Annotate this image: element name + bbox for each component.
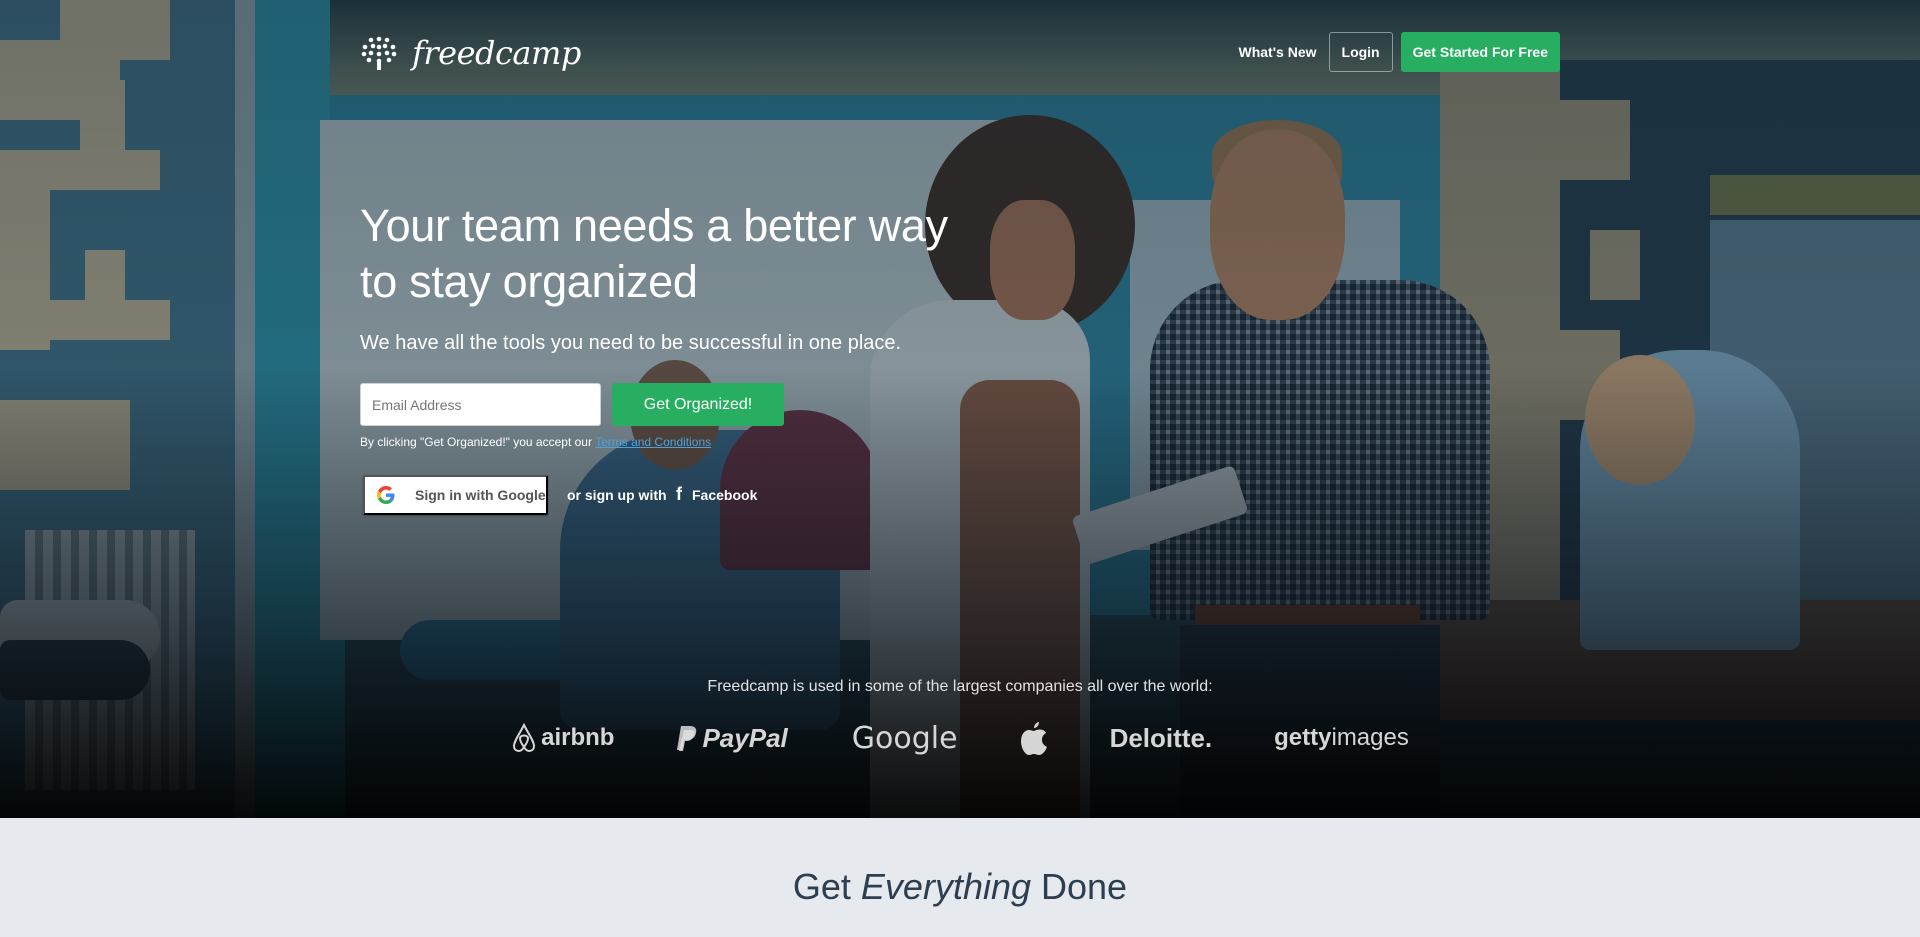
terms-link[interactable]: Terms and Conditions (595, 435, 711, 449)
apple-icon (1020, 722, 1047, 755)
deloitte-logo: Deloitte. (1109, 722, 1213, 753)
features-title: Get Everything Done (792, 866, 1128, 907)
paypal-icon (677, 726, 697, 751)
google-logo: Google (851, 720, 958, 756)
tree-people-icon (361, 36, 397, 70)
gettyimages-logo: getty images (1274, 724, 1409, 751)
login-button[interactable]: Login (1328, 32, 1393, 72)
top-nav: What's New Login Get Started For Free (1235, 32, 1560, 72)
whats-new-link[interactable]: What's New (1235, 44, 1321, 60)
brand-name: freedcamp (412, 34, 581, 72)
google-signin-button[interactable]: Sign in with Google (363, 475, 548, 515)
terms-prefix: By clicking "Get Organized!" you accept … (360, 435, 596, 449)
company-logos: airbnb PayPal Google Deloitte. getty imag… (0, 718, 1920, 758)
hero-section: freedcamp What's New Login Get Started F… (0, 0, 1920, 818)
get-organized-button[interactable]: Get Organized! (612, 383, 784, 426)
headline-line-1: Your team needs a better way (360, 200, 948, 251)
hero-subheadline: We have all the tools you need to be suc… (360, 332, 902, 354)
get-started-button[interactable]: Get Started For Free (1400, 32, 1560, 72)
facebook-icon: f (676, 484, 682, 504)
airbnb-logo: airbnb (511, 718, 614, 758)
or-sign-up-text: or sign up with (567, 487, 667, 503)
airbnb-icon (513, 723, 536, 753)
features-title-emphasis: Everything (860, 866, 1032, 907)
apple-logo (1020, 718, 1048, 758)
headline-line-2: to stay organized (360, 256, 698, 307)
hero-headline: Your team needs a better way to stay org… (360, 198, 1000, 310)
companies-intro: Freedcamp is used in some of the largest… (707, 678, 1213, 695)
terms-notice: By clicking "Get Organized!" you accept … (360, 435, 711, 449)
facebook-label: Facebook (692, 486, 758, 503)
paypal-logo: PayPal (676, 718, 788, 758)
email-input[interactable] (360, 383, 601, 426)
facebook-signup-link[interactable]: f Facebook (676, 484, 757, 505)
google-signin-label: Sign in with Google (415, 487, 546, 503)
google-g-icon (377, 486, 395, 504)
freedcamp-logo[interactable]: freedcamp (360, 34, 581, 72)
